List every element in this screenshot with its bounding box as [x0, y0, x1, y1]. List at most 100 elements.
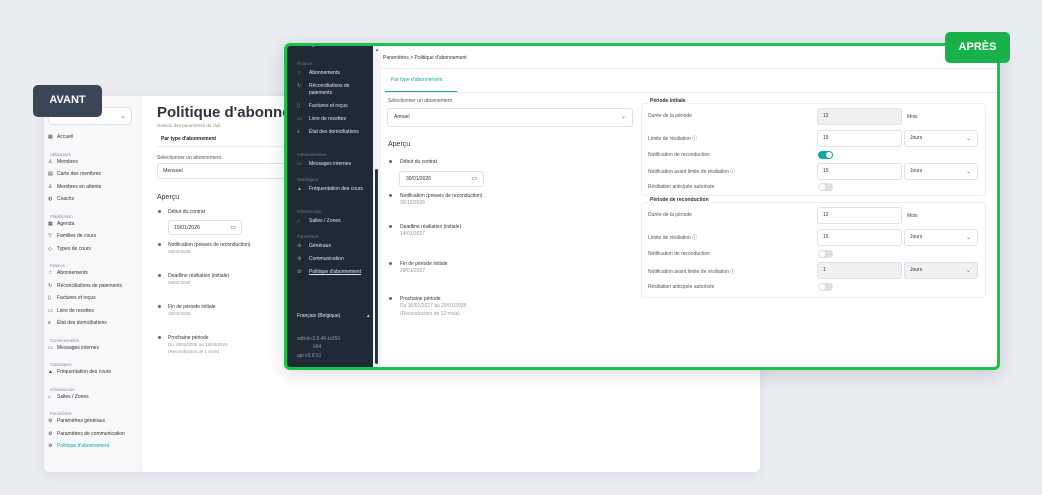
sidebar-item-label: Livre de recettes — [57, 307, 94, 314]
sidebar-item[interactable]: ▽ Familles de cours — [48, 233, 96, 239]
start-label: Début du contrat — [400, 159, 437, 165]
sidebar-item[interactable]: ▤ Carte des membres — [48, 171, 101, 177]
renewal-limit-unit-value: Jours — [910, 234, 923, 240]
renewal-notif-before-value: 1 — [823, 267, 826, 273]
page-subtitle: Gestion des paramètres du club — [157, 123, 221, 128]
users-icon: ♙ — [48, 158, 53, 165]
preview-title: Aperçu — [388, 141, 411, 148]
timeline-bullet — [389, 262, 392, 265]
home-icon: ▦ — [48, 134, 53, 140]
renewal-limit-unit-select[interactable]: Jours ⌄ — [904, 229, 978, 246]
sync-icon: ↻ — [297, 83, 302, 89]
start-date-input[interactable]: 30/01/2026 ▭ — [399, 171, 484, 187]
start-date-input[interactable]: 19/01/2026 ▭ — [168, 220, 242, 235]
sidebar-item-cut[interactable]: Types de cours — [297, 46, 343, 49]
sidebar-item-label: Factures et reçus — [309, 103, 348, 109]
sidebar-item[interactable]: ⌂ Salles / Zones — [48, 394, 89, 400]
initial-early-toggle[interactable] — [818, 183, 833, 191]
sidebar-item[interactable]: ▭ Messages internes — [48, 345, 99, 351]
timeline-bullet — [158, 210, 161, 213]
sidebar-item[interactable]: ⚙ Paramètres généraux — [48, 418, 105, 424]
sidebar-item[interactable]: ▯ Factures et reçus — [297, 103, 348, 110]
sidebar-item[interactable]: ≡ État des domiciliations — [297, 129, 359, 136]
scroll-thumb[interactable] — [375, 169, 378, 364]
sidebar-item[interactable]: ▭ Livre de recettes — [297, 116, 346, 123]
timeline-title: Deadline résiliation (initiale) — [168, 273, 230, 279]
file-icon: ▯ — [297, 103, 300, 109]
initial-limit-input[interactable]: 15 — [817, 130, 902, 147]
sidebar-item[interactable]: ⌂ Salles / Zones — [297, 218, 341, 225]
calendar-icon: ▭ — [471, 176, 477, 182]
timeline-date: 30/12/2026 — [400, 200, 426, 206]
sidebar-item-label: Abonnements — [309, 70, 340, 76]
sidebar-item[interactable]: ⚙ Paramètres de communication — [48, 431, 125, 437]
sidebar-item-label: Coachs — [57, 196, 74, 202]
sidebar-item[interactable]: ▲ Fréquentation des cours — [48, 369, 111, 375]
language-selector[interactable]: Français (Belgique) ▴ — [297, 313, 370, 320]
chevron-down-icon: ⌄ — [965, 169, 971, 175]
initial-duration-input[interactable]: 12 — [817, 108, 902, 125]
sidebar-item[interactable]: ≡ État des domiciliations — [48, 320, 107, 326]
sidebar-item[interactable]: ♙ Membres — [48, 159, 78, 165]
sidebar-item[interactable]: ▦ Accueil — [48, 134, 73, 140]
sidebar-item[interactable]: ▯ Factures et reçus — [48, 295, 96, 301]
breadcrumb[interactable]: Paramètres > Politique d'abonnement — [383, 55, 467, 61]
sidebar-item[interactable]: ⚙ Politique d'abonnement — [297, 269, 361, 276]
preview-title: Aperçu — [157, 194, 180, 201]
user-clock-icon: ♙ — [48, 183, 53, 190]
renewal-notif-before-input[interactable]: 1 — [817, 262, 902, 279]
sidebar-item-label: Factures et reçus — [57, 295, 96, 301]
renewal-notif-before-unit-select[interactable]: Jours ⌄ — [904, 262, 978, 279]
sidebar-item[interactable]: ↻ Réconciliations de paiements — [297, 83, 373, 97]
tab-by-type[interactable]: Par type d'abonnement — [161, 136, 216, 142]
initial-notif-before-input[interactable]: 15 — [817, 163, 902, 180]
initial-notif-before-label: Notification avant limite de résiliation… — [648, 169, 736, 175]
renewal-notif-toggle[interactable] — [818, 250, 833, 258]
filter-icon: ▽ — [48, 233, 52, 239]
user-version: admin-3.9.46-ts250 — [297, 336, 341, 342]
book-icon: ▭ — [48, 307, 53, 314]
tab-by-type[interactable]: Par type d'abonnement — [391, 77, 443, 83]
timeline-title: Fin de période initiale — [400, 261, 448, 267]
sidebar-section-label: Paramètres — [297, 234, 319, 239]
initial-duration-value: 12 — [823, 113, 829, 119]
renewal-duration-input[interactable]: 12 — [817, 207, 902, 224]
before-label: AVANT — [33, 85, 102, 117]
sidebar-item[interactable]: ◇ Types de cours — [48, 246, 91, 252]
sidebar-item[interactable]: ☆ Abonnements — [297, 70, 340, 77]
list-icon: ≡ — [48, 320, 51, 326]
sidebar-item-label: Accueil — [57, 134, 74, 140]
timeline-bullet — [389, 160, 392, 163]
scroll-up-icon[interactable]: ▲ — [375, 47, 379, 52]
sidebar-item[interactable]: ▦ Agenda — [48, 221, 74, 227]
renewal-limit-input[interactable]: 15 — [817, 229, 902, 246]
renewal-early-label: Résiliation anticipée autorisée — [648, 284, 715, 290]
initial-limit-unit-select[interactable]: Jours ⌄ — [904, 130, 978, 147]
sidebar-scrollbar[interactable]: ▲ — [373, 46, 381, 367]
initial-early-label: Résiliation anticipée autorisée — [648, 184, 715, 190]
sidebar-item[interactable]: ♙ Membres en attente — [48, 184, 101, 190]
sidebar-item[interactable]: ⚙ Politique d'abonnement — [48, 443, 109, 449]
sidebar-item[interactable]: ▭ Livre de recettes — [48, 308, 94, 314]
timeline-date: 05/02/2026 — [168, 249, 191, 254]
timeline-title: Notification (préavis de reconduction) — [168, 242, 251, 248]
initial-notif-before-unit-select[interactable]: Jours ⌄ — [904, 163, 978, 180]
subscription-select[interactable]: Annuel ⌄ — [387, 108, 633, 127]
sidebar-item[interactable]: ⚙ Généraux — [297, 243, 331, 250]
timeline-date: 09/02/2026 — [168, 280, 191, 285]
timeline-bullet — [389, 297, 392, 300]
card-icon: ▤ — [48, 171, 53, 177]
sidebar-item[interactable]: ☆ Abonnements — [48, 270, 88, 276]
sidebar-item[interactable]: ▲ Fréquentation des cours — [297, 186, 363, 193]
sidebar-item[interactable]: ▭ Messages internes — [297, 161, 351, 168]
sidebar-item[interactable]: ◍ Coachs — [48, 196, 74, 202]
sidebar-item[interactable]: ⚙ Communication — [297, 256, 344, 263]
building-icon: ⌂ — [48, 393, 52, 400]
renewal-early-toggle[interactable] — [818, 283, 833, 291]
sidebar-item[interactable]: ↻ Réconciliations de paiements — [48, 283, 122, 289]
timeline-bullet — [158, 274, 161, 277]
timeline-date: Du 19/02/2026 au 18/03/2026 — [168, 342, 228, 347]
sidebar-item-label: Paramètres généraux — [57, 418, 106, 424]
sidebar-item-label: État des domiciliations — [309, 129, 359, 135]
initial-notif-toggle[interactable] — [818, 151, 833, 159]
